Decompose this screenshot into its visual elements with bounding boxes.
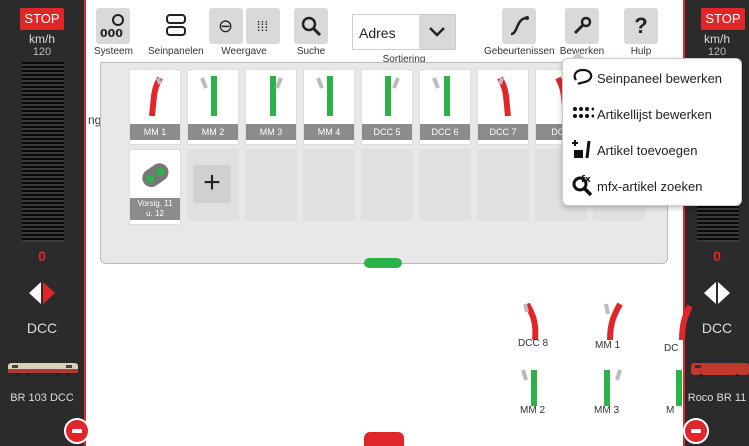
article-tile[interactable]: MM 2 — [187, 69, 239, 145]
reverse-arrow-icon — [704, 282, 716, 304]
speed-unit: km/h — [703, 32, 730, 46]
layout-turnout-m[interactable] — [660, 368, 700, 408]
layout-label: DCC 8 — [518, 338, 549, 349]
list-view-icon: ⁞⁞⁞ — [245, 8, 280, 44]
locomotive-icon[interactable] — [6, 357, 80, 379]
turnout-straight-icon — [385, 76, 400, 116]
layout-turnout-dc[interactable] — [660, 302, 700, 342]
svg-text:fx: fx — [581, 175, 591, 185]
bottom-panel-handle[interactable] — [364, 432, 404, 446]
loco-name-left: BR 103 DCC — [10, 392, 74, 404]
layout-turnout-mm1[interactable] — [592, 302, 632, 342]
forward-arrow-icon — [43, 282, 55, 304]
forward-arrow-icon — [718, 282, 730, 304]
turnout-straight-icon — [432, 76, 450, 116]
article-tile[interactable]: DCC 7 — [477, 69, 529, 145]
menu-item-add-article[interactable]: Artikel toevoegen — [569, 135, 737, 165]
turnout-straight-icon — [270, 76, 283, 116]
edit-menu: Seinpaneel bewerken Artikellijst bewerke… — [562, 52, 742, 206]
system-icon: 000 — [96, 8, 131, 44]
left-throttle: STOP km/h 120 0 DCC BR 103 DCC — [0, 0, 90, 446]
help-button[interactable]: ? Hulp — [624, 8, 658, 57]
menu-item-mfx-search[interactable]: fx mfx-artikel zoeken — [569, 171, 737, 201]
sort-value: Adres — [359, 25, 396, 41]
layout-label: M — [666, 405, 675, 416]
panel-view-icon: ⊖ — [208, 8, 243, 44]
weergave-button[interactable]: ⊖ ⁞⁞⁞ Weergave — [208, 8, 280, 57]
article-tile[interactable]: MM 4 — [303, 69, 355, 145]
article-tile[interactable]: MM 3 — [245, 69, 297, 145]
layout-label: MM 1 — [595, 340, 620, 351]
signal-tile[interactable]: Vorsig. 11 u. 12 — [129, 149, 181, 225]
panel-drag-handle[interactable] — [364, 258, 402, 268]
function-button-right[interactable] — [683, 418, 709, 444]
turnout-curve-icon — [149, 76, 163, 117]
stop-button-left[interactable]: STOP — [20, 8, 64, 30]
turnout-straight-icon — [200, 76, 217, 116]
sort-select[interactable]: Adres — [352, 14, 456, 50]
add-article-icon — [569, 138, 597, 163]
system-button[interactable]: 000 Systeem — [94, 8, 133, 57]
menu-item-edit-panel[interactable]: Seinpaneel bewerken — [569, 63, 737, 93]
max-speed: 120 — [32, 46, 52, 58]
direction-toggle-right[interactable] — [685, 282, 749, 304]
article-tile[interactable]: MM 1 — [129, 69, 181, 145]
signal-icon — [142, 163, 169, 188]
stop-button-right[interactable]: STOP — [701, 8, 745, 30]
reverse-arrow-icon — [29, 282, 41, 304]
empty-slot — [303, 149, 355, 221]
events-icon — [502, 8, 536, 44]
signal-label: Vorsig. 11 u. 12 — [130, 198, 180, 220]
seinpanelen-button[interactable]: Seinpanelen — [148, 8, 204, 57]
wrench-icon — [565, 8, 599, 44]
add-article-button[interactable]: + — [193, 165, 231, 203]
layout-turnout-dcc8[interactable] — [517, 302, 557, 342]
mfx-search-icon: fx — [569, 174, 597, 199]
max-speed: 120 — [707, 46, 727, 58]
article-tile[interactable]: DCC 5 — [361, 69, 413, 145]
layout-label: MM 2 — [520, 405, 545, 416]
menu-notch — [571, 52, 585, 59]
edit-button[interactable]: Bewerken — [556, 8, 608, 57]
turnout-curve-icon — [497, 76, 511, 117]
svg-text:000: 000 — [100, 27, 123, 39]
speed-slider-left[interactable] — [22, 62, 64, 242]
chevron-down-icon — [419, 15, 455, 49]
list-icon — [569, 106, 597, 123]
empty-slot — [477, 149, 529, 221]
empty-slot — [419, 149, 471, 221]
panels-icon — [159, 8, 193, 44]
current-speed: 0 — [713, 248, 721, 264]
current-speed: 0 — [38, 248, 46, 264]
events-button[interactable]: Gebeurtenissen — [484, 8, 555, 57]
layout-turnout-mm2[interactable] — [517, 368, 557, 408]
layout-label: MM 3 — [594, 405, 619, 416]
empty-slot — [361, 149, 413, 221]
search-button[interactable]: Suche — [294, 8, 328, 57]
panel-icon — [569, 68, 597, 89]
turnout-straight-icon — [316, 76, 333, 116]
help-icon: ? — [624, 8, 658, 44]
empty-slot — [245, 149, 297, 221]
search-icon — [294, 8, 328, 44]
function-button-left[interactable] — [64, 418, 90, 444]
protocol-label: DCC — [26, 320, 58, 336]
speed-unit: km/h — [28, 32, 55, 46]
layout-turnout-mm3[interactable] — [592, 368, 632, 408]
layout-label: DC — [664, 343, 679, 354]
direction-toggle-left[interactable] — [0, 282, 84, 304]
menu-item-edit-list[interactable]: Artikellijst bewerken — [569, 99, 737, 129]
article-tile[interactable]: DCC 6 — [419, 69, 471, 145]
